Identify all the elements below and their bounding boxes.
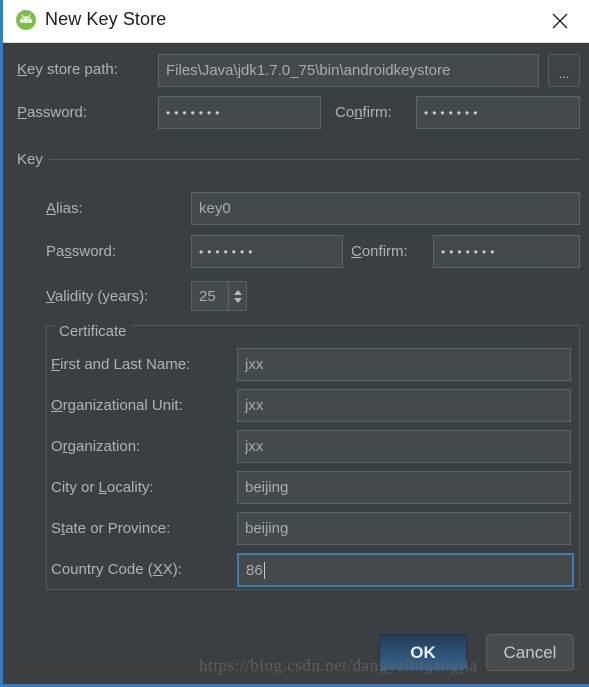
cert-state-province-label: State or Province: (51, 520, 171, 537)
key-store-path-value: Files\Java\jdk1.7.0_75\bin\androidkeysto… (166, 62, 451, 79)
stepper-arrows[interactable] (228, 282, 246, 310)
cert-country-code-value: 86 (246, 561, 263, 579)
browse-path-button[interactable]: ... (548, 54, 580, 87)
cert-organization-label: Organization: (51, 438, 141, 455)
key-alias-input[interactable]: key0 (191, 192, 580, 225)
key-confirm-label: Confirm: (351, 243, 408, 260)
keystore-password-label: Password: (17, 104, 88, 121)
android-studio-icon (15, 9, 37, 31)
cert-first-last-name-label: First and Last Name: (51, 356, 191, 373)
key-alias-value: key0 (199, 200, 231, 217)
cancel-button[interactable]: Cancel (486, 634, 574, 671)
keystore-password-input[interactable]: ••••••• (158, 96, 321, 129)
window-title: New Key Store (45, 9, 167, 29)
key-password-input[interactable]: ••••••• (191, 235, 343, 268)
cert-organization-input[interactable]: jxx (237, 430, 571, 463)
key-validity-label: Validity (years): (46, 288, 149, 305)
keystore-confirm-label: Confirm: (335, 104, 392, 121)
ok-button[interactable]: OK (379, 634, 467, 671)
key-alias-label: Alias: (46, 200, 83, 217)
keystore-confirm-value: ••••••• (424, 105, 482, 120)
cert-country-code-input[interactable]: 86 (237, 553, 574, 587)
key-password-label: Password: (46, 243, 117, 260)
title-bar: New Key Store (3, 0, 589, 43)
key-store-path-input[interactable]: Files\Java\jdk1.7.0_75\bin\androidkeysto… (158, 54, 539, 87)
key-confirm-value: ••••••• (441, 244, 499, 259)
key-password-value: ••••••• (199, 244, 257, 259)
cert-city-locality-input[interactable]: beijing (237, 471, 571, 504)
cert-first-last-name-input[interactable]: jxx (237, 348, 571, 381)
key-confirm-input[interactable]: ••••••• (433, 235, 580, 268)
cert-country-code-label: Country Code (XX): (51, 561, 182, 578)
cert-organizational-unit-value: jxx (245, 397, 264, 414)
chevron-up-icon[interactable] (233, 289, 242, 295)
key-validity-value: 25 (199, 287, 216, 305)
cert-city-locality-label: City or Locality: (51, 479, 154, 496)
keystore-confirm-input[interactable]: ••••••• (416, 96, 580, 129)
key-section-divider (49, 159, 580, 160)
key-section-title: Key (17, 151, 43, 168)
cert-state-province-input[interactable]: beijing (237, 512, 571, 545)
cert-organization-value: jxx (245, 438, 264, 455)
certificate-group-title: Certificate (55, 323, 131, 340)
chevron-down-icon[interactable] (233, 297, 242, 303)
cert-state-province-value: beijing (245, 520, 289, 537)
cert-organizational-unit-label: Organizational Unit: (51, 397, 183, 414)
new-key-store-dialog: New Key Store Key store path: Files\Java… (0, 0, 589, 687)
keystore-password-value: ••••••• (166, 105, 224, 120)
key-store-path-label: Key store path: (17, 61, 118, 78)
cert-first-last-name-value: jxx (245, 356, 264, 373)
cert-organizational-unit-input[interactable]: jxx (237, 389, 571, 422)
text-caret (263, 561, 265, 579)
key-validity-stepper[interactable]: 25 (191, 281, 247, 311)
close-icon[interactable] (537, 0, 583, 42)
cert-city-locality-value: beijing (245, 479, 289, 496)
